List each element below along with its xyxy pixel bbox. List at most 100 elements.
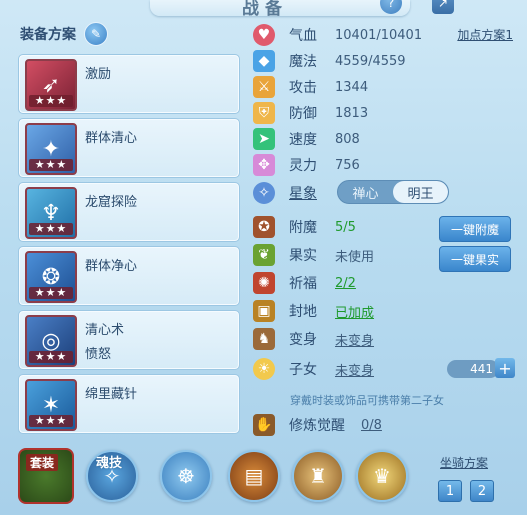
stat-value: 未使用 (335, 249, 375, 265)
add-child-level-button[interactable]: + (495, 358, 515, 378)
stat-value: 5/5 (335, 219, 356, 235)
stat-value: 10401/10401 (335, 27, 423, 43)
stat-atk: ⚔ 攻击 1344 (253, 74, 368, 100)
needle-skill-icon: ✶ ★★★ (25, 379, 77, 431)
toggle-option-chanxin[interactable]: 禅心 (338, 181, 393, 203)
stat-star: ✧ 星象 禅心 明王 (253, 180, 449, 206)
star-sign-toggle[interactable]: 禅心 明王 (337, 180, 449, 204)
add-point-plan-link[interactable]: 加点方案1 (457, 26, 513, 43)
stat-value[interactable]: 未变身 (335, 330, 374, 349)
plan-title: 装备方案 (20, 27, 76, 43)
stat-bless: ✺ 祈福 2/2 (253, 270, 356, 296)
spirit-icon: ✥ (253, 154, 275, 176)
stat-spi: ✥ 灵力 756 (253, 152, 360, 178)
mount-plan-title[interactable]: 坐骑方案 (440, 454, 488, 471)
stat-seal: ▣ 封地 已加成 (253, 298, 374, 324)
meditate-icon[interactable]: ☸ (160, 450, 212, 502)
stat-value[interactable]: 已加成 (335, 302, 374, 321)
stat-label: 子女 (289, 362, 317, 378)
stat-label[interactable]: 星象 (289, 183, 335, 203)
mana-icon: ◆ (253, 50, 275, 72)
stat-child: ☀ 子女 未变身 (253, 356, 374, 382)
plan-header: 装备方案 ✎ (14, 18, 246, 50)
skill-name: 绵里藏针 (85, 387, 138, 402)
mount-plan-2-button[interactable]: 2 (470, 480, 494, 502)
mount-plan-1-button[interactable]: 1 (438, 480, 462, 502)
skill-card[interactable]: ✶ ★★★ 绵里藏针 (18, 374, 240, 434)
skill-stars: ★★★ (29, 351, 73, 363)
stat-def: ⛨ 防御 1813 (253, 100, 368, 126)
attack-icon: ⚔ (253, 76, 275, 98)
cultivate-icon: ✋ (253, 414, 275, 436)
stat-mp: ◆ 魔法 4559/4559 (253, 48, 406, 74)
skill-name: 激励 (85, 67, 112, 82)
stat-hp: ♥ 气血 10401/10401 (253, 22, 422, 48)
gold-ring-skill-icon: ◎ ★★★ (25, 315, 77, 367)
stat-cultivate: ✋ 修炼觉醒 0/8 (253, 412, 382, 438)
warrior-icon[interactable]: ♜ (292, 450, 344, 502)
heal-skill-icon: ✦ ★★★ (25, 123, 77, 175)
stat-transform: ♞ 变身 未变身 (253, 326, 374, 352)
star-sign-icon: ✧ (253, 182, 275, 204)
purify-skill-icon: ❂ ★★★ (25, 251, 77, 303)
stat-label: 修炼觉醒 (289, 418, 345, 434)
suit-label: 套装 (26, 454, 59, 471)
skill-card[interactable]: ◎ ★★★ 清心术 愤怒 (18, 310, 240, 370)
stat-label: 攻击 (289, 80, 317, 96)
skill-stars: ★★★ (29, 95, 73, 107)
window-title: 战备 (242, 0, 288, 19)
stat-label: 变身 (289, 332, 317, 348)
stat-label: 果实 (289, 248, 317, 264)
equipment-plan-panel: 装备方案 ✎ ➶ ★★★ 激励 ✦ ★★★ 群体清心 ♆ ★★★ 龙窟探险 ❂ … (14, 18, 246, 434)
dragon-skill-icon: ♆ ★★★ (25, 187, 77, 239)
skill-name: 群体清心 (85, 131, 138, 146)
stat-fruit: ❦ 果实 未使用 (253, 242, 374, 268)
stat-value: 756 (335, 157, 360, 173)
stat-value[interactable]: 未变身 (335, 360, 374, 379)
skill-name: 龙窟探险 (85, 195, 138, 210)
second-child-hint: 穿戴时装或饰品可携带第二子女 (290, 394, 444, 407)
stat-value[interactable]: 2/2 (335, 276, 356, 291)
stat-value: 808 (335, 131, 360, 147)
skill-stars: ★★★ (29, 287, 73, 299)
stat-label: 速度 (289, 132, 317, 148)
edit-pencil-icon[interactable]: ✎ (84, 22, 108, 46)
stat-enchant: ✪ 附魔 5/5 (253, 214, 356, 240)
one-click-enchant-button[interactable]: 一键附魔 (439, 216, 511, 242)
transform-icon: ♞ (253, 328, 275, 350)
stat-label: 魔法 (289, 54, 317, 70)
bottom-bar: 套装 ✧ 魂技 ☸ ▤ ♜ ♛ 坐骑方案 1 2 (0, 440, 527, 515)
skill-card[interactable]: ➶ ★★★ 激励 (18, 54, 240, 114)
stat-label: 气血 (289, 28, 317, 44)
bless-icon: ✺ (253, 272, 275, 294)
soul-skill-label: 魂技 (96, 456, 123, 471)
skill-card[interactable]: ✦ ★★★ 群体清心 (18, 118, 240, 178)
stat-value: 1344 (335, 79, 369, 95)
toggle-option-mingwang[interactable]: 明王 (393, 181, 448, 203)
stat-value: 4559/4559 (335, 53, 406, 69)
fief-icon: ▣ (253, 300, 275, 322)
heart-icon: ♥ (253, 24, 275, 46)
golden-warrior-icon[interactable]: ♛ (356, 450, 408, 502)
child-icon: ☀ (253, 358, 275, 380)
stat-value: 1813 (335, 105, 369, 121)
treasure-chest-icon[interactable]: ▤ (228, 450, 280, 502)
speed-icon: ➤ (253, 128, 275, 150)
stat-label: 附魔 (289, 220, 317, 236)
skill-card[interactable]: ♆ ★★★ 龙窟探险 (18, 182, 240, 242)
shield-icon: ⛨ (253, 102, 275, 124)
skill-card[interactable]: ❂ ★★★ 群体净心 (18, 246, 240, 306)
skill-subtitle: 愤怒 (85, 347, 112, 362)
one-click-fruit-button[interactable]: 一键果实 (439, 246, 511, 272)
stat-spd: ➤ 速度 808 (253, 126, 360, 152)
stat-label: 封地 (289, 304, 317, 320)
stat-label: 防御 (289, 106, 317, 122)
stat-value[interactable]: 0/8 (361, 418, 382, 433)
share-icon[interactable]: ↗ (432, 0, 454, 14)
enchant-icon: ✪ (253, 216, 275, 238)
skill-stars: ★★★ (29, 415, 73, 427)
skill-name: 清心术 (85, 323, 125, 338)
fruit-icon: ❦ (253, 244, 275, 266)
stat-label: 祈福 (289, 276, 317, 292)
stat-label: 灵力 (289, 158, 317, 174)
